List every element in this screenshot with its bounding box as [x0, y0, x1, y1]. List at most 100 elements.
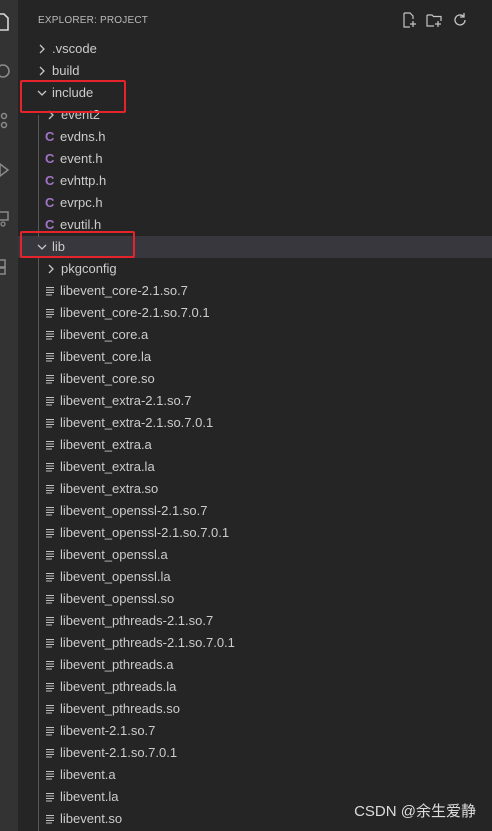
tree-item-label: libevent_extra.la [60, 459, 155, 474]
indent-guide [38, 258, 39, 831]
tree-item-label: libevent_openssl.so [60, 591, 175, 606]
file-lines-icon [45, 770, 55, 780]
file-lines-icon [45, 418, 55, 428]
tree-item-label: evrpc.h [60, 195, 103, 210]
tree-item-label: libevent_core.la [60, 349, 152, 364]
indent-guide [38, 115, 39, 237]
tree-file[interactable]: Cevent.h [18, 148, 492, 170]
new-folder-icon[interactable] [426, 12, 442, 28]
file-lines-icon [45, 440, 55, 450]
tree-item-label: libevent_core-2.1.so.7.0.1 [60, 305, 210, 320]
tree-item-label: evhttp.h [60, 173, 107, 188]
file-lines-icon [45, 528, 55, 538]
file-lines-icon [45, 462, 55, 472]
tree-file[interactable]: libevent-2.1.so.7 [18, 720, 492, 742]
tree-file[interactable]: Cevdns.h [18, 126, 492, 148]
file-lines-icon [45, 352, 55, 362]
chevron-right-icon[interactable] [45, 263, 57, 275]
tree-item-label: libevent.a [60, 767, 116, 782]
file-lines-icon [45, 396, 55, 406]
tree-item-label: libevent-2.1.so.7.0.1 [60, 745, 178, 760]
file-lines-icon [45, 308, 55, 318]
remote-explorer-icon[interactable] [0, 208, 12, 228]
file-lines-icon [45, 616, 55, 626]
file-lines-icon [45, 330, 55, 340]
tree-file[interactable]: libevent_extra-2.1.so.7.0.1 [18, 412, 492, 434]
c-file-icon: C [45, 129, 55, 144]
tree-item-label: libevent_openssl.la [60, 569, 171, 584]
tree-item-label: libevent_pthreads-2.1.so.7 [60, 613, 214, 628]
file-lines-icon [45, 484, 55, 494]
tree-item-label: libevent_extra-2.1.so.7.0.1 [60, 415, 214, 430]
annotation-box-include [20, 80, 126, 113]
file-lines-icon [45, 726, 55, 736]
chevron-right-icon[interactable] [36, 65, 48, 77]
tree-item-label: libevent_pthreads-2.1.so.7.0.1 [60, 635, 235, 650]
tree-file[interactable]: libevent_core-2.1.so.7.0.1 [18, 302, 492, 324]
extensions-icon[interactable] [0, 256, 12, 276]
tree-item-label: evdns.h [60, 129, 106, 144]
file-lines-icon [45, 638, 55, 648]
tree-file[interactable]: libevent_pthreads.la [18, 676, 492, 698]
chevron-right-icon[interactable] [36, 43, 48, 55]
c-file-icon: C [45, 173, 55, 188]
tree-item-label: libevent_pthreads.la [60, 679, 177, 694]
tree-item-label: event.h [60, 151, 103, 166]
tree-item-label: libevent_core.a [60, 327, 149, 342]
file-lines-icon [45, 682, 55, 692]
tree-item-label: libevent_openssl.a [60, 547, 168, 562]
tree-folder-pkgconfig[interactable]: pkgconfig [18, 258, 492, 280]
tree-file[interactable]: Cevrpc.h [18, 192, 492, 214]
tree-file[interactable]: libevent_openssl.a [18, 544, 492, 566]
tree-file[interactable]: libevent_core.la [18, 346, 492, 368]
tree-file[interactable]: libevent_openssl-2.1.so.7.0.1 [18, 522, 492, 544]
search-icon[interactable] [0, 62, 12, 82]
file-lines-icon [45, 814, 55, 824]
source-control-icon[interactable] [0, 110, 12, 130]
refresh-icon[interactable] [452, 12, 468, 28]
tree-file[interactable]: Cevhttp.h [18, 170, 492, 192]
tree-file[interactable]: libevent_pthreads.so [18, 698, 492, 720]
tree-file[interactable]: libevent_core.so [18, 368, 492, 390]
new-file-icon[interactable] [401, 12, 417, 28]
tree-file[interactable]: libevent_pthreads.a [18, 654, 492, 676]
tree-item-label: libevent_pthreads.so [60, 701, 180, 716]
file-lines-icon [45, 374, 55, 384]
tree-item-label: build [52, 63, 80, 78]
tree-file[interactable]: libevent-2.1.so.7.0.1 [18, 742, 492, 764]
explorer-panel: EXPLORER: PROJECT .vscode build include eve… [18, 0, 492, 831]
file-lines-icon [45, 550, 55, 560]
tree-file[interactable]: libevent_pthreads-2.1.so.7.0.1 [18, 632, 492, 654]
tree-file[interactable]: libevent_extra-2.1.so.7 [18, 390, 492, 412]
watermark: CSDN @余生爱静 [354, 803, 476, 820]
file-lines-icon [45, 748, 55, 758]
tree-item-label: pkgconfig [61, 261, 117, 276]
file-lines-icon [45, 660, 55, 670]
file-lines-icon [45, 704, 55, 714]
tree-file[interactable]: libevent.a [18, 764, 492, 786]
tree-folder-build[interactable]: build [18, 60, 492, 82]
tree-item-label: libevent_core.so [60, 371, 155, 386]
tree-file[interactable]: libevent_extra.a [18, 434, 492, 456]
tree-item-label: libevent_openssl-2.1.so.7 [60, 503, 208, 518]
tree-file[interactable]: libevent_extra.so [18, 478, 492, 500]
explorer-actions [395, 12, 468, 30]
file-lines-icon [45, 792, 55, 802]
run-debug-icon[interactable] [0, 160, 12, 180]
tree-file[interactable]: libevent_core-2.1.so.7 [18, 280, 492, 302]
file-tree: .vscode build include event2 Cevdns.h Cevent.… [18, 38, 492, 830]
tree-folder--vscode[interactable]: .vscode [18, 38, 492, 60]
activity-bar [0, 0, 18, 831]
file-lines-icon [45, 286, 55, 296]
tree-file[interactable]: libevent_extra.la [18, 456, 492, 478]
tree-file[interactable]: libevent_openssl.la [18, 566, 492, 588]
tree-item-label: libevent_extra.a [60, 437, 152, 452]
tree-file[interactable]: libevent_openssl.so [18, 588, 492, 610]
tree-file[interactable]: libevent_pthreads-2.1.so.7 [18, 610, 492, 632]
files-icon[interactable] [0, 12, 12, 32]
tree-item-label: libevent_core-2.1.so.7 [60, 283, 188, 298]
file-lines-icon [45, 572, 55, 582]
tree-file[interactable]: libevent_openssl-2.1.so.7 [18, 500, 492, 522]
c-file-icon: C [45, 195, 55, 210]
tree-file[interactable]: libevent_core.a [18, 324, 492, 346]
